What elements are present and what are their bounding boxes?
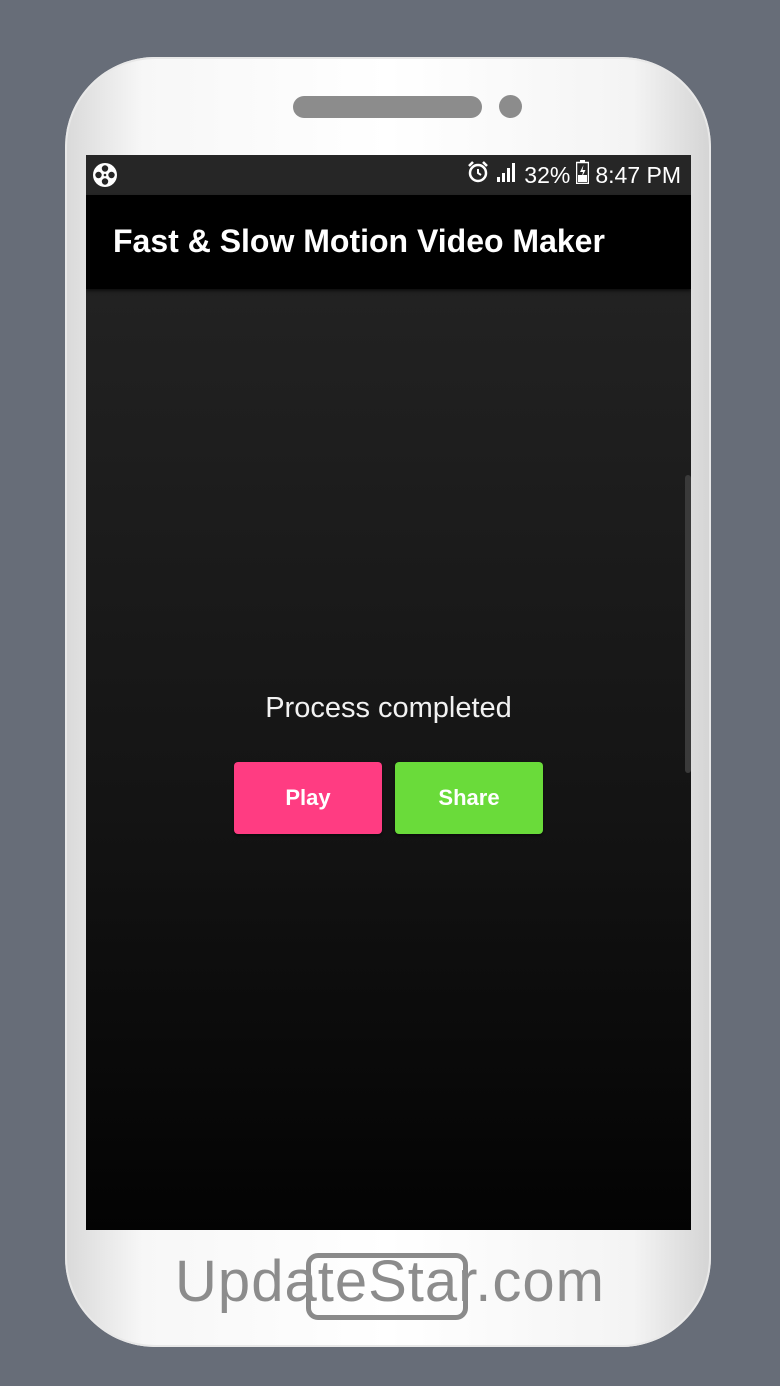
- status-message: Process completed: [265, 692, 512, 724]
- battery-charging-icon: [576, 160, 590, 190]
- scroll-indicator[interactable]: [685, 475, 691, 773]
- signal-bars-icon: [496, 161, 518, 189]
- film-reel-icon: [92, 162, 118, 188]
- background: 32% 8:47 PM Fast & Slow Motion Video Mak…: [0, 0, 780, 1386]
- status-time: 8:47 PM: [595, 161, 681, 188]
- status-bar: 32% 8:47 PM: [86, 155, 691, 195]
- content-area: Process completed Play Share: [86, 289, 691, 1230]
- watermark: UpdateStar.com: [175, 1249, 605, 1314]
- app-bar: Fast & Slow Motion Video Maker: [86, 195, 691, 289]
- phone-speaker: [293, 96, 482, 118]
- share-button[interactable]: Share: [395, 762, 543, 834]
- play-button[interactable]: Play: [234, 762, 382, 834]
- alarm-clock-icon: [466, 160, 490, 190]
- app-title: Fast & Slow Motion Video Maker: [113, 223, 605, 259]
- battery-percent: 32%: [524, 161, 571, 188]
- status-indicators: 32% 8:47 PM: [466, 155, 681, 195]
- phone-camera: [499, 95, 522, 118]
- phone-screen: 32% 8:47 PM Fast & Slow Motion Video Mak…: [86, 155, 691, 1230]
- phone-frame: 32% 8:47 PM Fast & Slow Motion Video Mak…: [65, 57, 711, 1347]
